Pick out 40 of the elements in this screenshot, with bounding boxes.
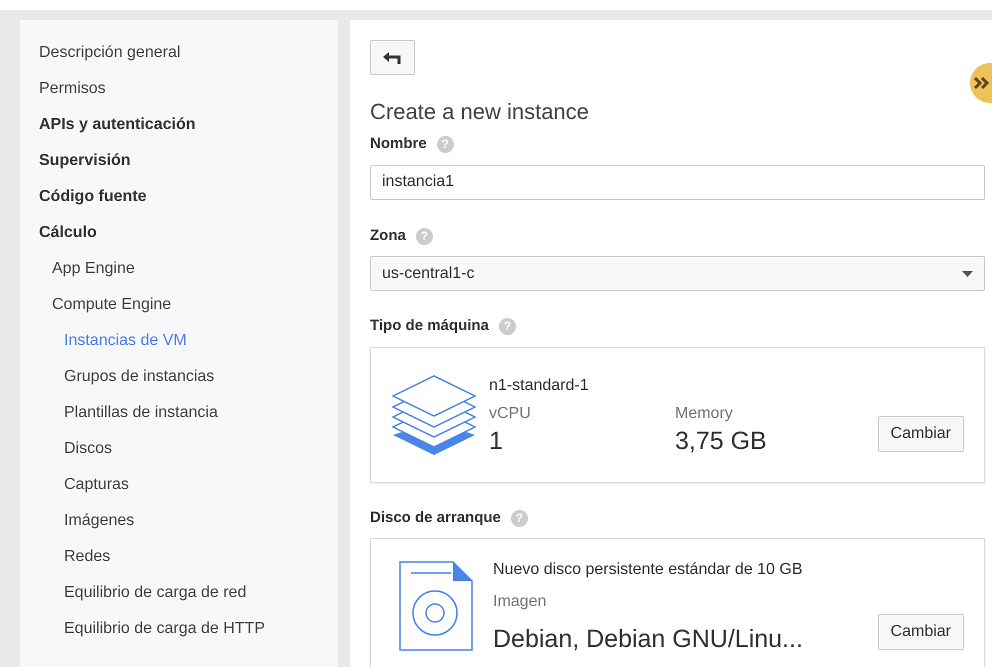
sidebar-section[interactable]: Código fuente [39,186,338,208]
sidebar-section[interactable]: Cálculo [39,222,338,244]
zone-select[interactable]: us-central1-c [370,256,985,292]
disk-file-icon [399,561,473,652]
vcpu-value: 1 [489,426,504,456]
sidebar-item[interactable]: Descripción general [39,42,338,64]
vcpu-label: vCPU [489,404,532,424]
sidebar-item[interactable]: Instancias de VM [64,330,338,352]
image-value: Debian, Debian GNU/Linu... [493,624,803,654]
sidebar-item[interactable]: Discos [64,438,338,460]
sidebar-item[interactable]: Permisos [39,78,338,100]
sidebar-item[interactable]: Grupos de instancias [64,366,338,388]
image-label: Imagen [493,592,548,612]
dropdown-caret-icon [962,270,973,277]
sidebar-section[interactable]: Supervisión [39,150,338,172]
memory-label: Memory [675,404,734,424]
field-label: Disco de arranque [370,508,501,528]
sidebar-section[interactable]: APIs y autenticación [39,114,338,136]
form-title: Create a new instance [370,99,590,126]
name-input-field[interactable]: instancia1 [370,164,985,200]
stacked-layers-icon [391,374,477,455]
sidebar-item[interactable]: App Engine [52,258,338,280]
sidebar-item[interactable]: Redes [64,546,338,568]
sidebar-item[interactable]: Plantillas de instancia [64,402,338,424]
machine-name: n1-standard-1 [489,376,590,396]
field-label: Zona [370,226,406,246]
sidebar-item[interactable]: Compute Engine [52,294,338,316]
field-label: Tipo de máquina [370,316,489,336]
double-chevron-icon [974,77,990,89]
sidebar-item[interactable]: Equilibrio de carga de HTTP [64,618,338,640]
back-button[interactable] [370,40,415,75]
sidebar-item[interactable]: Equilibrio de carga de red [64,582,338,604]
back-arrow-icon [382,50,402,64]
sidebar-item[interactable]: Imágenes [64,510,338,532]
change-button[interactable]: Cambiar [878,614,964,650]
field-label: Nombre [370,134,427,154]
change-button[interactable]: Cambiar [878,416,964,452]
sidebar-item[interactable]: Capturas [64,474,338,496]
memory-value: 3,75 GB [675,426,768,456]
disk-description: Nuevo disco persistente estándar de 10 GB [493,560,804,580]
